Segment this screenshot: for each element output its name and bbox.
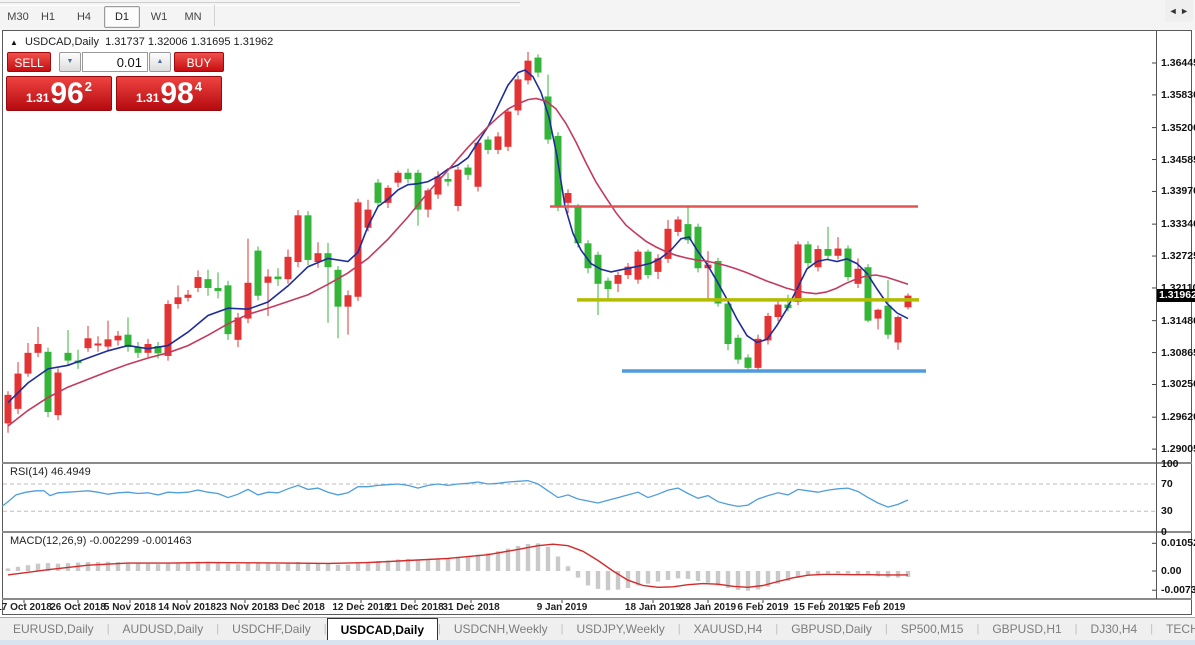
- rsi-axis-tick: 30: [1161, 505, 1173, 518]
- date-axis-label: 23 Nov 2018: [216, 602, 274, 613]
- price-axis-tick: 1.32725: [1161, 250, 1195, 263]
- pane-separator-main-rsi[interactable]: [2, 462, 1192, 464]
- symbol-tab-dj30[interactable]: DJ30,H4: [1078, 618, 1151, 641]
- chart-header: ▲ USDCAD,Daily 1.31737 1.32006 1.31695 1…: [10, 36, 273, 48]
- date-axis-label: 3 Dec 2018: [273, 602, 325, 613]
- buy-price-button[interactable]: 1.31 98 4: [116, 76, 222, 111]
- price-axis-tick: 1.30250: [1161, 378, 1195, 391]
- date-axis-label: 12 Dec 2018: [332, 602, 390, 613]
- spin-down-icon: ▼: [66, 58, 74, 65]
- date-axis-label: 28 Jan 2019: [679, 602, 737, 613]
- pane-separator-rsi-macd[interactable]: [2, 531, 1192, 533]
- symbol-tab-eurusd[interactable]: EURUSD,Daily: [0, 618, 107, 641]
- symbol-tab-audusd[interactable]: AUDUSD,Daily: [110, 618, 217, 641]
- timeframe-button-h1[interactable]: H1: [34, 6, 62, 28]
- price-axis-tick: 1.36445: [1161, 57, 1195, 69]
- symbol-tab-usdjpy[interactable]: USDJPY,Weekly: [564, 618, 678, 641]
- date-axis-label: 18 Jan 2019: [624, 602, 682, 613]
- symbol-tab-usdchf[interactable]: USDCHF,Daily: [219, 618, 324, 641]
- pane-separator-macd-dates: [2, 598, 1192, 600]
- chart-window: [2, 30, 1192, 615]
- timeframe-button-m30[interactable]: M30: [2, 6, 34, 28]
- macd-axis-tick: 0.010525: [1161, 537, 1195, 550]
- sell-price-prefix: 1.31: [26, 91, 50, 105]
- timeframe-button-d1[interactable]: D1: [104, 6, 140, 28]
- price-axis-tick: 1.33340: [1161, 218, 1195, 231]
- price-axis-tick: 1.35200: [1161, 121, 1195, 134]
- date-axis-label: 21 Dec 2018: [386, 602, 444, 613]
- spin-up-icon: ▲: [156, 58, 164, 65]
- date-axis-label: 15 Feb 2019: [793, 602, 851, 613]
- symbol-tab-bar: EURUSD,Daily | AUDUSD,Daily | USDCHF,Daily | U…: [0, 617, 1195, 641]
- sell-price-big: 96: [50, 77, 84, 110]
- date-axis-label: 31 Dec 2018: [442, 602, 500, 613]
- status-strip: [0, 640, 1195, 645]
- price-axis-tick: 1.29620: [1161, 411, 1195, 424]
- date-axis-label: 14 Nov 2018: [158, 602, 216, 613]
- timeframe-button-h4[interactable]: H4: [70, 6, 98, 28]
- symbol-tab-xauusd[interactable]: XAUUSD,H4: [681, 618, 776, 641]
- buy-button[interactable]: BUY: [174, 52, 224, 72]
- symbol-tab-gbpusd[interactable]: GBPUSD,H1: [979, 618, 1074, 641]
- symbol-tab-sp500[interactable]: SP500,M15: [888, 618, 977, 641]
- date-axis-label: 5 Nov 2018: [103, 602, 157, 613]
- collapse-icon[interactable]: ▲: [10, 38, 18, 47]
- date-axis-label: 25 Feb 2019: [848, 602, 906, 613]
- rsi-axis-tick: 70: [1161, 478, 1173, 490]
- price-axis-tick: 1.35830: [1161, 88, 1195, 101]
- price-axis-line: [1156, 31, 1157, 599]
- current-price-tag: 1.31962: [1157, 289, 1195, 302]
- date-axis-label: 17 Oct 2018: [0, 602, 52, 613]
- price-axis-tick: 1.29005: [1161, 443, 1195, 456]
- sell-button[interactable]: SELL: [7, 52, 51, 72]
- macd-axis-tick: -0.0073: [1161, 584, 1195, 597]
- macd-label: MACD(12,26,9) -0.002299 -0.001463: [10, 535, 192, 547]
- volume-increase-button[interactable]: ▲: [149, 52, 171, 72]
- tab-scroll-right-icon[interactable]: ►: [1180, 6, 1189, 16]
- rsi-axis-tick: 100: [1161, 457, 1179, 470]
- buy-price-prefix: 1.31: [136, 91, 160, 105]
- timeframe-button-w1[interactable]: W1: [144, 6, 174, 28]
- timeframe-button-mn[interactable]: MN: [178, 6, 208, 28]
- ohlc-values: 1.31737 1.32006 1.31695 1.31962: [105, 36, 274, 48]
- timeframe-toolbar: M30 H1 H4 D1 W1 MN: [0, 0, 1195, 30]
- symbol-tab-tech100[interactable]: TECH100,H: [1153, 618, 1195, 641]
- symbol-tab-usdcad[interactable]: USDCAD,Daily: [326, 618, 438, 641]
- sell-price-sup: 2: [84, 79, 92, 94]
- symbol-period-label: USDCAD,Daily: [24, 36, 99, 48]
- price-axis-tick: 1.34585: [1161, 153, 1195, 166]
- price-axis-tick: 1.30865: [1161, 346, 1195, 359]
- date-axis-label: 6 Feb 2019: [737, 602, 789, 613]
- price-axis-tick: 1.31480: [1161, 314, 1195, 327]
- buy-price-big: 98: [160, 77, 194, 110]
- volume-decrease-button[interactable]: ▼: [59, 52, 81, 72]
- date-axis-label: 26 Oct 2018: [50, 602, 106, 613]
- symbol-tab-gbpusd[interactable]: GBPUSD,Daily: [778, 618, 885, 641]
- price-axis-tick: 1.33970: [1161, 185, 1195, 198]
- symbol-tab-usdcnh[interactable]: USDCNH,Weekly: [441, 618, 561, 641]
- trading-platform-window: M30 H1 H4 D1 W1 MN ▲ USDCAD,Daily 1.3173…: [0, 0, 1195, 645]
- rsi-label: RSI(14) 46.4949: [10, 466, 91, 478]
- macd-axis-tick: 0.00: [1161, 565, 1182, 577]
- date-axis-label: 9 Jan 2019: [536, 602, 588, 613]
- tab-scroll-arrows: ◄ ►: [1164, 0, 1193, 22]
- buy-price-sup: 4: [194, 79, 202, 94]
- tab-scroll-left-icon[interactable]: ◄: [1169, 6, 1178, 16]
- toolbar-separator: [214, 5, 215, 26]
- volume-input[interactable]: [82, 52, 148, 72]
- sell-price-button[interactable]: 1.31 96 2: [6, 76, 112, 111]
- rsi-axis-tick: 0: [1161, 525, 1167, 538]
